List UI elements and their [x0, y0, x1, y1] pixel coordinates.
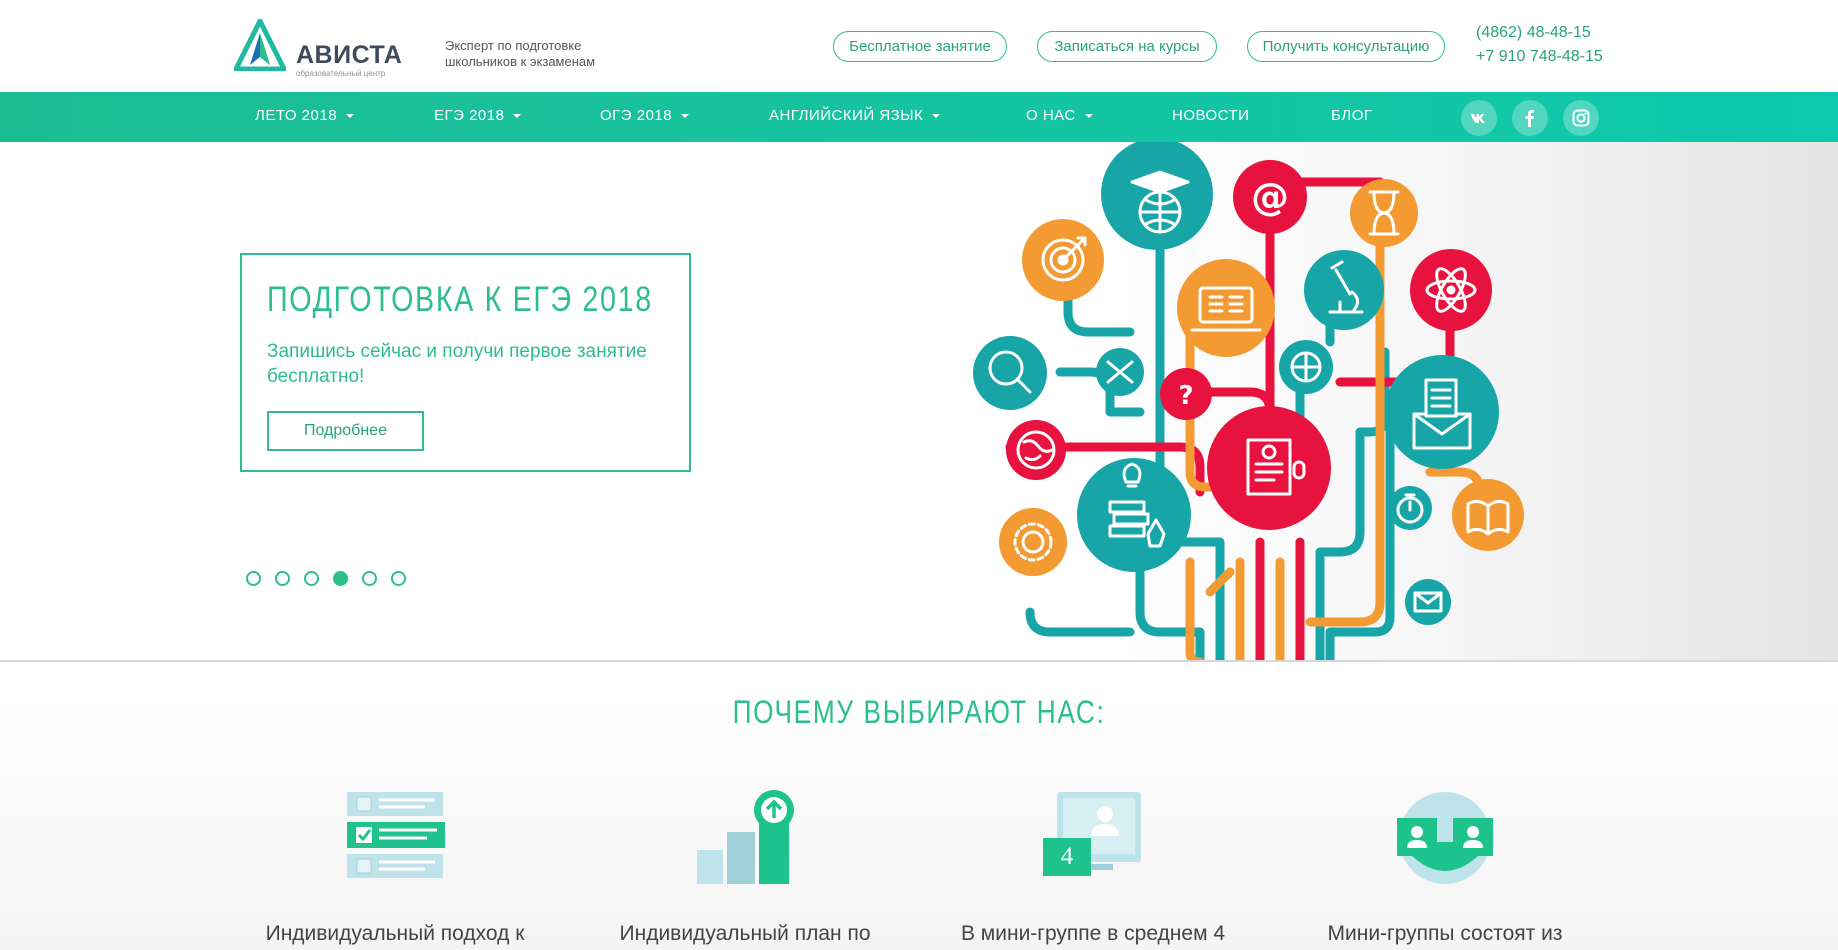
free-lesson-button[interactable]: Бесплатное занятие — [833, 31, 1007, 62]
phone-2[interactable]: +7 910 748-48-15 — [1476, 48, 1603, 66]
main-nav: ЛЕТО 2018 ЕГЭ 2018 ОГЭ 2018 АНГЛИЙСКИЙ Я… — [0, 92, 1838, 142]
nav-item-ege[interactable]: ЕГЭ 2018 — [434, 92, 522, 142]
consultation-button[interactable]: Получить консультацию — [1247, 31, 1445, 62]
tagline: Эксперт по подготовке школьников к экзам… — [445, 38, 596, 69]
logo-mark-icon — [234, 19, 286, 71]
logo-name: АВИСТА — [296, 41, 403, 69]
feature-item: 4 В мини-группе в среднем 4 — [923, 790, 1263, 950]
nav-label: АНГЛИЙСКИЙ ЯЗЫК — [769, 107, 924, 124]
svg-text:?: ? — [1178, 381, 1193, 411]
logo[interactable]: АВИСТА образовательный центр — [234, 19, 402, 78]
feature-item: Индивидуальный план по — [575, 790, 915, 950]
education-tree-illustration: @ ? — [973, 142, 1524, 660]
slider-dot-6[interactable] — [391, 571, 406, 586]
nav-item-blog[interactable]: БЛОГ — [1331, 92, 1372, 142]
feature-item: Индивидуальный подход к — [225, 790, 565, 950]
slider-dot-5[interactable] — [362, 571, 377, 586]
caret-down-icon — [346, 114, 355, 119]
caret-down-icon — [1084, 114, 1093, 119]
nav-item-english[interactable]: АНГЛИЙСКИЙ ЯЗЫК — [769, 92, 941, 142]
slider-dot-1[interactable] — [246, 571, 261, 586]
svg-text:@: @ — [1251, 175, 1289, 219]
site-header: АВИСТА образовательный центр Эксперт по … — [0, 0, 1838, 92]
caret-down-icon — [932, 114, 941, 119]
logo-subtitle: образовательный центр — [296, 69, 386, 78]
feature-item: Мини-группы состоят из — [1275, 790, 1615, 950]
feature-text: Мини-группы состоят из — [1327, 922, 1563, 945]
group-people-icon — [1397, 792, 1493, 884]
checklist-icon — [347, 792, 445, 878]
facebook-icon[interactable] — [1512, 100, 1548, 136]
hero-slider: ПОДГОТОВКА К ЕГЭ 2018 Запишись сейчас и … — [0, 142, 1838, 662]
caret-down-icon — [513, 114, 522, 119]
feature-text: Индивидуальный план по — [619, 922, 871, 945]
instagram-icon[interactable] — [1563, 100, 1599, 136]
nav-item-summer[interactable]: ЛЕТО 2018 — [255, 92, 355, 142]
slide-card: ПОДГОТОВКА К ЕГЭ 2018 Запишись сейчас и … — [240, 253, 691, 472]
nav-item-oge[interactable]: ОГЭ 2018 — [600, 92, 690, 142]
phone-1[interactable]: (4862) 48-48-15 — [1476, 24, 1591, 42]
slider-dot-3[interactable] — [304, 571, 319, 586]
why-us-section: ПОЧЕМУ ВЫБИРАЮТ НАС: Индивидуальный подх… — [0, 664, 1838, 950]
nav-label: О НАС — [1026, 107, 1076, 124]
nav-label: ЛЕТО 2018 — [255, 107, 338, 124]
caret-down-icon — [681, 114, 690, 119]
growth-chart-icon — [697, 790, 794, 884]
nav-label: НОВОСТИ — [1172, 107, 1250, 124]
group-size-badge: 4 — [1060, 843, 1074, 870]
more-button[interactable]: Подробнее — [267, 411, 424, 451]
nav-item-news[interactable]: НОВОСТИ — [1172, 92, 1249, 142]
feature-text: В мини-группе в среднем 4 — [960, 922, 1226, 945]
nav-item-about[interactable]: О НАС — [1026, 92, 1093, 142]
nav-label: ЕГЭ 2018 — [434, 107, 505, 124]
slide-text: Запишись сейчас и получи первое занятие … — [267, 341, 647, 387]
nav-label: ОГЭ 2018 — [600, 107, 673, 124]
slider-dot-2[interactable] — [275, 571, 290, 586]
slide-title: ПОДГОТОВКА К ЕГЭ 2018 — [267, 280, 653, 319]
slider-dot-4[interactable] — [333, 571, 348, 586]
nav-label: БЛОГ — [1331, 107, 1373, 124]
enroll-button[interactable]: Записаться на курсы — [1037, 31, 1217, 62]
section-title: ПОЧЕМУ ВЫБИРАЮТ НАС: — [732, 694, 1106, 730]
feature-text: Индивидуальный подход к — [265, 922, 525, 945]
vk-icon[interactable] — [1461, 100, 1497, 136]
